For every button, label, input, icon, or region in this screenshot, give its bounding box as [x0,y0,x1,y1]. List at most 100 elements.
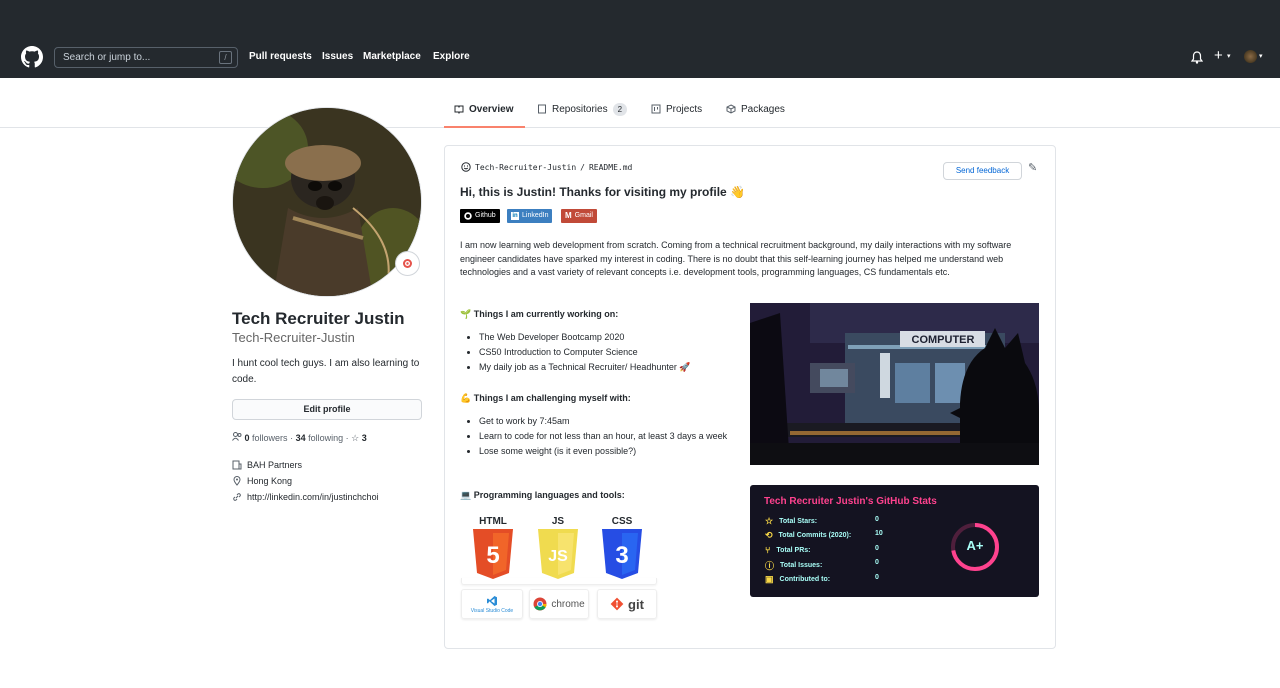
github-badge-label: Github [475,212,496,219]
linkedin-icon: in [511,212,519,220]
tab-packages[interactable]: Packages [726,104,785,128]
stat-row-commits: ⟲ Total Commits (2020): [765,530,851,541]
chevron-down-icon: ▾ [1259,53,1263,60]
git-badge[interactable]: git [597,589,657,619]
profile-avatar[interactable] [232,107,422,297]
github-icon [464,212,472,220]
star-icon: ☆ [765,516,774,526]
css3-icon[interactable]: 3 [599,529,645,579]
pull-request-icon: ⑂ [765,545,771,555]
stat-label: Total Commits (2020): [778,532,852,539]
github-logo-icon[interactable] [21,46,43,68]
chrome-badge[interactable]: chrome [529,589,589,619]
tab-projects[interactable]: Projects [651,104,702,128]
challenges-list: Get to work by 7:45am Learn to code for … [466,414,742,458]
vscode-label: Visual Studio Code [470,607,514,614]
user-avatar-menu[interactable] [1244,50,1257,63]
edit-profile-button[interactable]: Edit profile [232,399,422,420]
gmail-badge[interactable]: M Gmail [561,209,597,223]
css3-number: 3 [615,542,628,569]
company-name: BAH Partners [247,460,303,470]
create-new-button[interactable]: + [1214,47,1223,64]
working-on-list: The Web Developer Bootcamp 2020 CS50 Int… [466,330,736,375]
package-icon [726,104,736,114]
search-input[interactable]: Search or jump to... / [54,47,238,68]
list-item: Lose some weight (is it even possible?) [479,444,742,458]
profile-username: Tech-Recruiter-Justin [232,330,355,345]
tools-heading: 💻 Programming languages and tools: [460,490,625,500]
stars-link[interactable]: ☆ 3 [351,433,367,443]
path-separator: / [580,162,585,172]
following-count: 34 [295,433,306,443]
smiley-icon [461,162,471,172]
chrome-label: chrome [551,598,585,610]
github-badge[interactable]: Github [460,209,500,223]
list-item: The Web Developer Bootcamp 2020 [479,330,736,345]
grade-rank: A+ [966,538,984,553]
html5-icon[interactable]: 5 [470,529,516,579]
nav-issues[interactable]: Issues [322,51,353,62]
gmail-badge-label: Gmail [574,212,593,219]
chevron-down-icon: ▾ [1227,53,1231,60]
list-item: Get to work by 7:45am [479,414,742,428]
stat-value: 10 [875,530,883,537]
git-label: git [628,596,644,612]
search-placeholder: Search or jump to... [63,52,151,63]
vscode-badge[interactable]: Visual Studio Code [461,589,523,619]
pencil-icon[interactable]: ✎ [1028,161,1037,174]
follow-stats: 0 followers · 34 following · ☆ 3 [232,432,367,444]
history-icon: ⟲ [765,530,773,540]
linkedin-badge[interactable]: in LinkedIn [507,209,553,223]
art-scene: COMPUTER [750,303,1039,465]
people-icon [232,432,242,441]
website-link[interactable]: http://linkedin.com/in/justinchchoi [247,492,379,502]
stat-label: Total Stars: [779,518,818,525]
link-icon [233,493,241,501]
nav-explore[interactable]: Explore [433,51,470,62]
tab-repositories[interactable]: Repositories 2 [537,103,628,128]
readme-file-link[interactable]: README.md [589,163,632,172]
linkedin-badge-label: LinkedIn [522,212,549,219]
stat-value: 0 [875,559,879,566]
star-icon: ☆ [351,433,360,443]
css-logo-label: CSS [611,516,633,527]
chrome-icon [533,597,547,611]
stat-value: 0 [875,545,879,552]
art-sign-text: COMPUTER [912,334,975,346]
readme-owner-link[interactable]: Tech-Recruiter-Justin [475,163,576,172]
profile-bio: I hunt cool tech guys. I am also learnin… [232,358,420,385]
following-link[interactable]: 34 following [296,433,344,443]
profile-website[interactable]: http://linkedin.com/in/justinchchoi [232,492,379,502]
javascript-icon[interactable]: JS [535,529,581,579]
tab-overview-label: Overview [469,104,514,115]
tab-projects-label: Projects [666,104,703,115]
readme-heading: Hi, this is Justin! Thanks for visiting … [460,185,745,199]
stat-row-prs: ⑂ Total PRs: [765,545,811,555]
followers-link[interactable]: 0 followers [245,433,288,443]
stars-count: 3 [361,433,367,443]
project-icon [651,104,661,114]
readme-intro: I am now learning web development from s… [460,240,1012,277]
stat-row-issues: ⓘ Total Issues: [765,559,822,572]
git-icon [610,597,624,611]
list-item: Learn to code for not less than an hour,… [479,429,742,443]
send-feedback-button[interactable]: Send feedback [943,162,1022,180]
set-status-button[interactable] [395,251,420,276]
repo-icon: ▣ [765,574,774,584]
organization-icon [232,460,242,470]
bell-icon[interactable] [1191,51,1203,64]
list-item: CS50 Introduction to Computer Science [479,345,736,360]
nav-marketplace[interactable]: Marketplace [363,51,421,62]
stat-label: Total PRs: [776,546,811,554]
repo-icon [538,104,546,114]
gmail-icon: M [565,211,572,220]
location-text: Hong Kong [247,476,293,486]
book-icon [454,105,464,114]
issue-icon: ⓘ [765,561,775,571]
nav-pull-requests[interactable]: Pull requests [249,51,312,62]
stat-row-contributed: ▣ Contributed to: [765,574,830,585]
working-on-heading: 🌱 Things I am currently working on: [460,309,619,319]
tab-overview[interactable]: Overview [444,104,525,128]
html5-number: 5 [486,542,499,569]
cyberpunk-computer-shop-image: COMPUTER [750,303,1039,465]
